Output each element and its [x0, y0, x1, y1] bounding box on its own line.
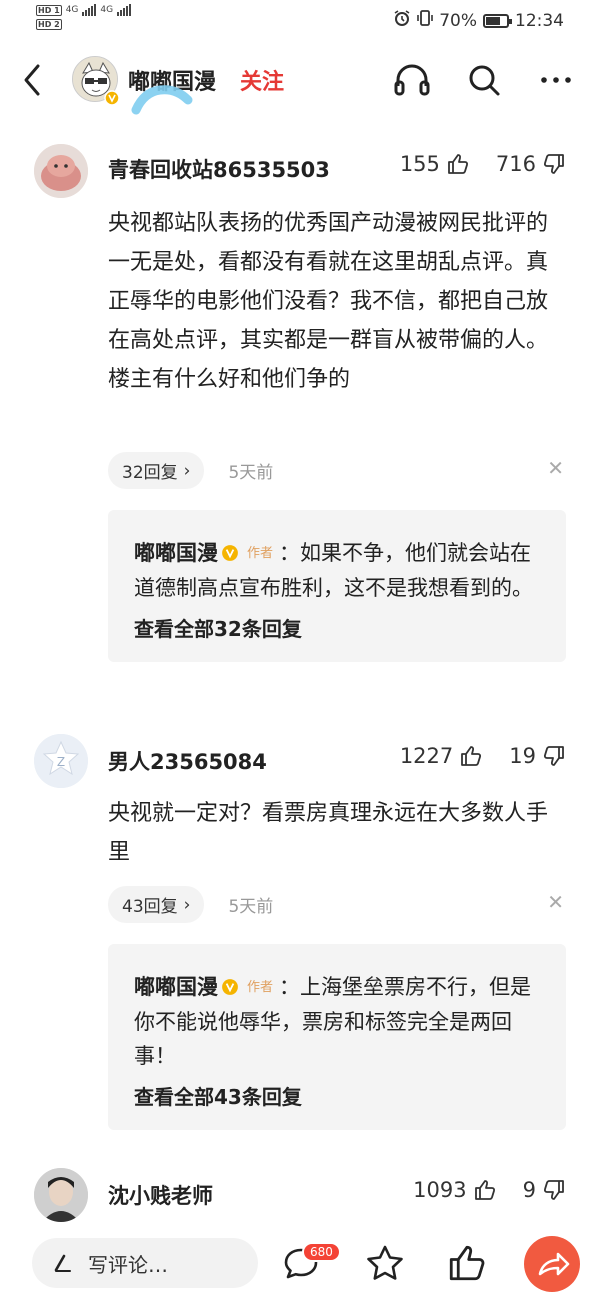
follow-button[interactable]: 关注 — [240, 64, 284, 96]
thumbs-down-icon — [543, 1180, 564, 1200]
top-nav: 嘟嘟国漫 关注 — [0, 42, 600, 118]
like-count: 1227 — [399, 744, 454, 768]
reply-author-name[interactable]: 嘟嘟国漫 — [134, 541, 218, 565]
network-type-1: 4G — [65, 5, 79, 15]
reply-count-label: 32回复 — [122, 463, 178, 483]
author-reply: 嘟嘟国漫 作者 ：如果不争，他们就会站在道德制高点宣布胜利，这不是我想看到的。 — [134, 536, 540, 605]
like-button[interactable]: 1093 — [413, 1178, 496, 1202]
more-options-icon[interactable] — [536, 60, 576, 100]
star-icon[interactable] — [364, 1242, 406, 1284]
chevron-right-icon: › — [183, 894, 191, 915]
headphones-icon[interactable] — [392, 60, 432, 100]
comment-username[interactable]: 青春回收站86535503 — [108, 154, 330, 184]
write-comment-placeholder: 写评论… — [88, 1252, 168, 1277]
bottom-action-bar: 写评论… 680 — [0, 1228, 600, 1300]
thumbs-down-icon — [543, 746, 564, 766]
clock: 12:34 — [515, 10, 564, 31]
author-reply: 嘟嘟国漫 作者 ：上海堡垒票房不行，但是你不能说他辱华，票房和标签完全是两回事！ — [134, 970, 540, 1073]
dislike-count: 716 — [495, 152, 536, 176]
reply-author-name[interactable]: 嘟嘟国漫 — [134, 975, 218, 999]
see-all-replies-link[interactable]: 查看全部32条回复 — [134, 613, 540, 642]
comment-text: 央视就一定对？看票房真理永远在大多数人手里 — [108, 801, 549, 865]
thumbs-down-icon — [543, 154, 564, 174]
reply-count-button[interactable]: 32回复 › — [108, 452, 205, 489]
battery-icon — [483, 13, 512, 28]
dislike-button[interactable]: 716 — [496, 152, 566, 176]
comment-text: 央视都站队表扬的优秀国产动漫被网民批评的一无是处，看都没有看就在这里胡乱点评。真… — [108, 211, 549, 392]
author-reply-box[interactable]: 嘟嘟国漫 作者 ：如果不争，他们就会站在道德制高点宣布胜利，这不是我想看到的。 查看… — [108, 510, 566, 662]
user-avatar[interactable] — [34, 144, 88, 198]
comment-time: 5天前 — [228, 463, 274, 483]
like-count: 155 — [399, 152, 440, 176]
reply-count-button[interactable]: 43回复 › — [108, 886, 205, 923]
dismiss-icon[interactable]: ✕ — [547, 456, 564, 480]
like-button[interactable]: 1227 — [400, 744, 483, 768]
dislike-count: 9 — [522, 1178, 536, 1202]
verified-badge-icon — [104, 90, 120, 110]
thumbs-up-icon[interactable] — [446, 1242, 488, 1284]
see-all-replies-link[interactable]: 查看全部43条回复 — [134, 1081, 540, 1110]
network-type-2: 4G — [100, 5, 114, 15]
share-button[interactable] — [524, 1236, 580, 1292]
thumbs-up-icon — [474, 1180, 495, 1200]
back-button[interactable] — [18, 60, 48, 100]
signal-bars-icon — [82, 4, 97, 16]
share-arrow-icon — [538, 1252, 570, 1276]
comment-time: 5天前 — [228, 897, 274, 917]
thumbs-up-icon — [461, 746, 482, 766]
pen-icon — [54, 1254, 71, 1272]
dismiss-icon[interactable]: ✕ — [547, 890, 564, 914]
dislike-count: 19 — [509, 744, 536, 768]
verified-badge-icon — [218, 541, 239, 565]
signal-indicators: HD 1 4G 4G HD 2 — [36, 4, 132, 30]
signal-bars-icon-2 — [117, 4, 132, 16]
thumbs-up-icon — [448, 154, 468, 174]
search-icon[interactable] — [464, 60, 504, 100]
dislike-button[interactable]: 19 — [509, 744, 566, 768]
vibrate-icon — [417, 9, 434, 32]
alarm-icon — [393, 9, 411, 32]
battery-percent: 70% — [439, 10, 477, 31]
comment-username[interactable]: 男人23565084 — [108, 746, 267, 776]
user-avatar[interactable]: Z — [34, 734, 88, 788]
dislike-button[interactable]: 9 — [523, 1178, 566, 1202]
verified-badge-icon — [218, 975, 239, 999]
sim2-label: HD 2 — [36, 19, 62, 30]
like-count: 1093 — [413, 1178, 467, 1202]
comment-count-badge: 680 — [302, 1242, 341, 1262]
write-comment-input[interactable]: 写评论… — [32, 1238, 258, 1288]
reply-count-label: 43回复 — [122, 897, 178, 917]
status-bar: HD 1 4G 4G HD 2 70% 12:34 — [0, 0, 600, 42]
sim1-label: HD 1 — [36, 4, 62, 16]
author-tag: 作者 — [247, 546, 274, 561]
author-tag: 作者 — [247, 980, 274, 995]
user-avatar[interactable] — [34, 1168, 88, 1222]
comment-username[interactable]: 沈小贱老师 — [108, 1180, 213, 1210]
blue-scribble-overlay — [130, 78, 194, 122]
svg-text:Z: Z — [57, 755, 65, 769]
like-button[interactable]: 155 — [400, 152, 470, 176]
author-reply-box[interactable]: 嘟嘟国漫 作者 ：上海堡垒票房不行，但是你不能说他辱华，票房和标签完全是两回事！ 查… — [108, 944, 566, 1130]
chevron-right-icon: › — [183, 460, 191, 481]
